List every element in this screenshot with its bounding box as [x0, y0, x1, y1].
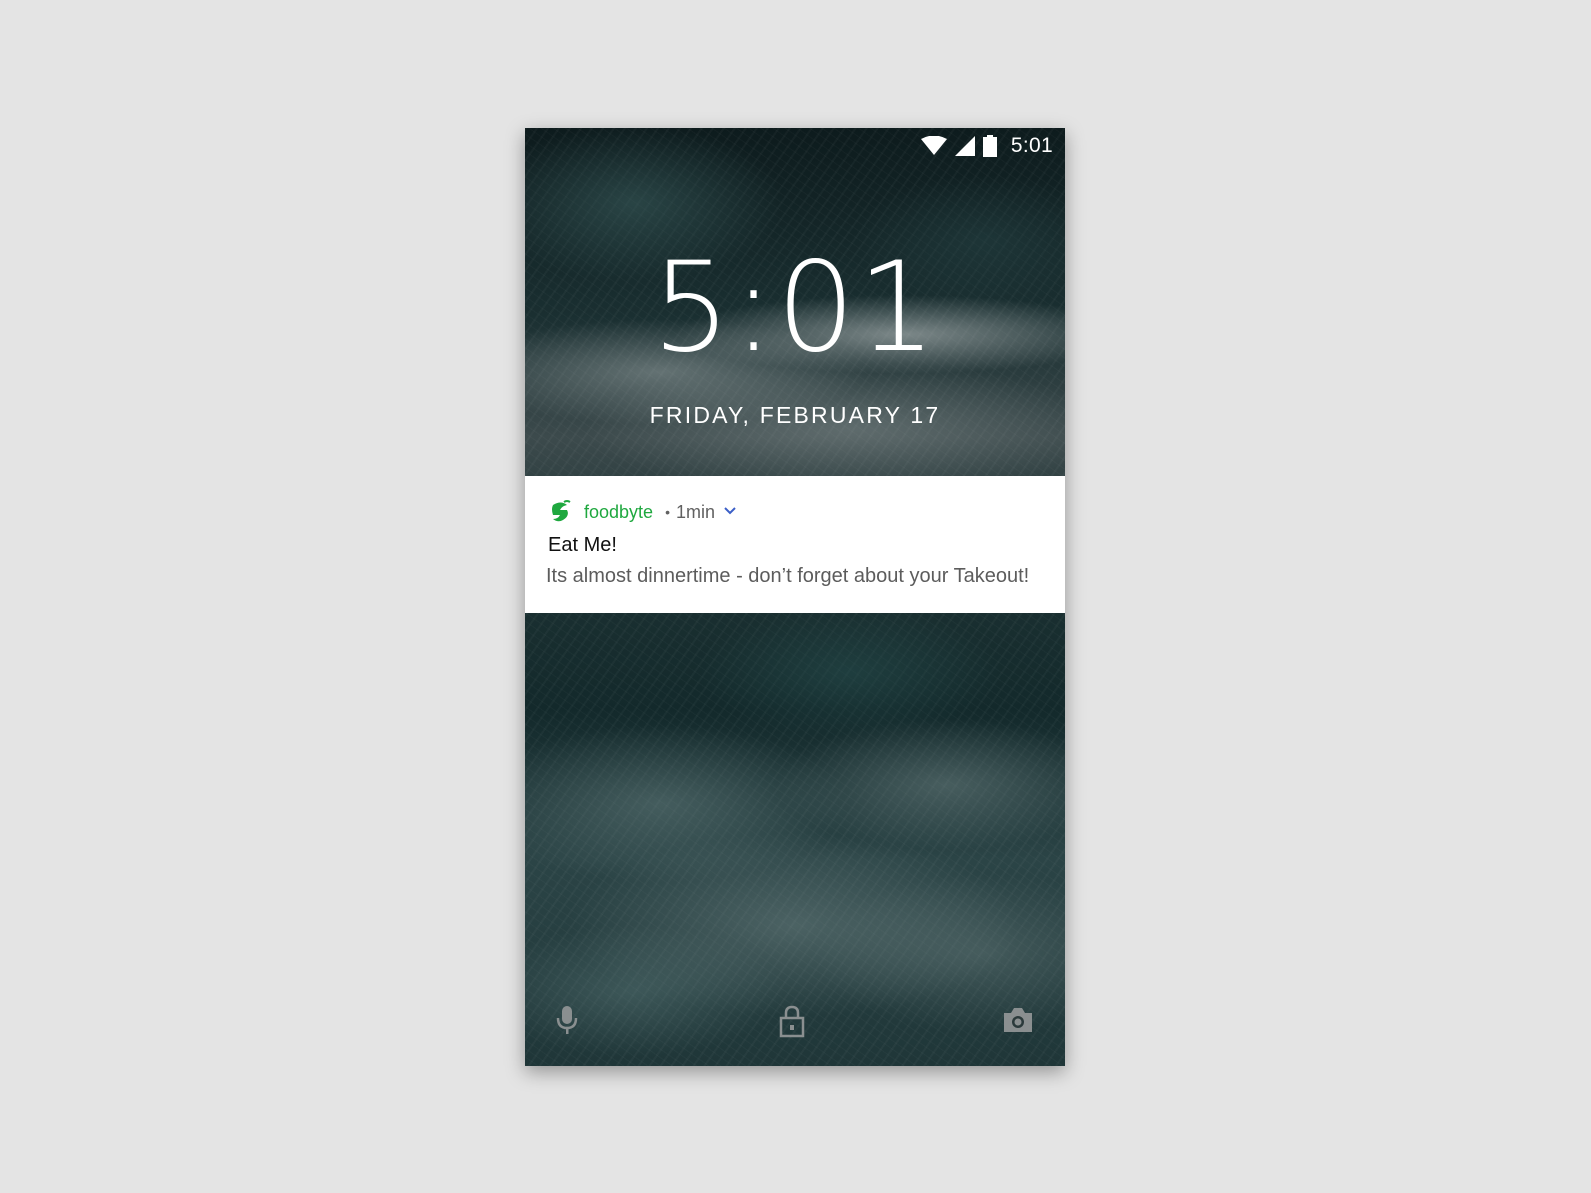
status-icons	[920, 135, 997, 157]
phone-screen: 5:01 5:01 FRIDAY, FEBRUARY 17 foodbyte •…	[525, 128, 1065, 1066]
lockscreen-bottom-bar	[525, 1004, 1065, 1044]
battery-icon	[982, 135, 997, 157]
foodbyte-logo-icon	[548, 499, 584, 525]
status-bar-time: 5:01	[1010, 134, 1053, 157]
notification-app-name: foodbyte	[584, 501, 654, 522]
cellular-signal-icon	[954, 136, 975, 156]
microphone-icon[interactable]	[555, 1004, 579, 1041]
lock-icon[interactable]	[779, 1004, 805, 1043]
notification-card[interactable]: foodbyte • 1min Eat Me! Its almost dinne…	[525, 476, 1065, 613]
lockscreen-clock: 5:01	[651, 236, 939, 380]
lockscreen-date: FRIDAY, FEBRUARY 17	[649, 402, 941, 428]
camera-icon[interactable]	[1002, 1006, 1034, 1039]
notification-body: Its almost dinnertime - don’t forget abo…	[546, 565, 1030, 587]
notification-title: Eat Me!	[548, 534, 617, 556]
status-bar: 5:01	[525, 128, 1065, 164]
notification-separator: •	[665, 504, 670, 520]
screenshot-canvas: 5:01 5:01 FRIDAY, FEBRUARY 17 foodbyte •…	[0, 0, 1591, 1193]
notification-time: 1min	[675, 501, 715, 522]
wifi-icon	[920, 136, 947, 156]
notification-header: foodbyte • 1min	[548, 494, 1043, 530]
chevron-down-icon[interactable]	[723, 503, 737, 521]
